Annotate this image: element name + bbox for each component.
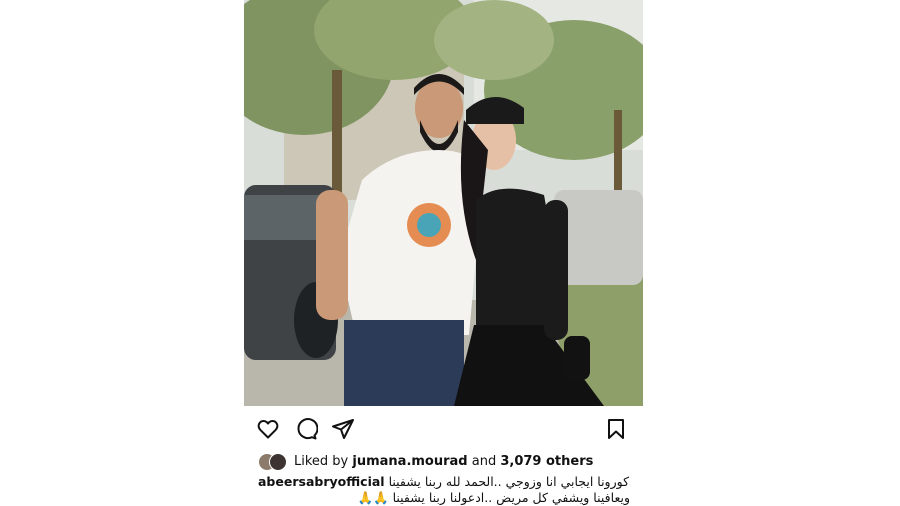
paper-plane-icon[interactable] xyxy=(331,417,355,441)
couple-photo xyxy=(244,0,643,406)
caption-emoji: 🙏🙏 xyxy=(357,490,389,505)
likes-conjunction: and xyxy=(471,453,497,469)
instagram-post: Liked by jumana.mourad and 3,079 others … xyxy=(244,0,643,506)
post-photo[interactable] xyxy=(244,0,643,406)
liker-username[interactable]: jumana.mourad xyxy=(352,454,467,469)
comment-icon[interactable] xyxy=(294,417,318,441)
caption-line-2: ويعافينا ويشفي كل مريض ..ادعولنا ربنا يش… xyxy=(258,490,630,506)
post-caption: abeersabryofficial كورونا ايجابي انا وزو… xyxy=(258,474,630,506)
caption-text-1: كورونا ايجابي انا وزوجي ..الحمد لله ربنا… xyxy=(388,474,630,489)
action-bar xyxy=(244,406,643,450)
avatar xyxy=(269,453,287,471)
bookmark-icon[interactable] xyxy=(604,417,628,441)
likes-summary: Liked by jumana.mourad and 3,079 others xyxy=(258,450,638,472)
caption-line-1: abeersabryofficial كورونا ايجابي انا وزو… xyxy=(258,474,630,490)
liker-avatars[interactable] xyxy=(258,452,288,471)
caption-username[interactable]: abeersabryofficial xyxy=(258,474,385,489)
likes-others[interactable]: 3,079 others xyxy=(500,454,593,469)
likes-prefix: Liked by xyxy=(294,453,349,469)
caption-text-2: ويعافينا ويشفي كل مريض ..ادعولنا ربنا يش… xyxy=(392,490,630,505)
heart-icon[interactable] xyxy=(256,417,280,441)
